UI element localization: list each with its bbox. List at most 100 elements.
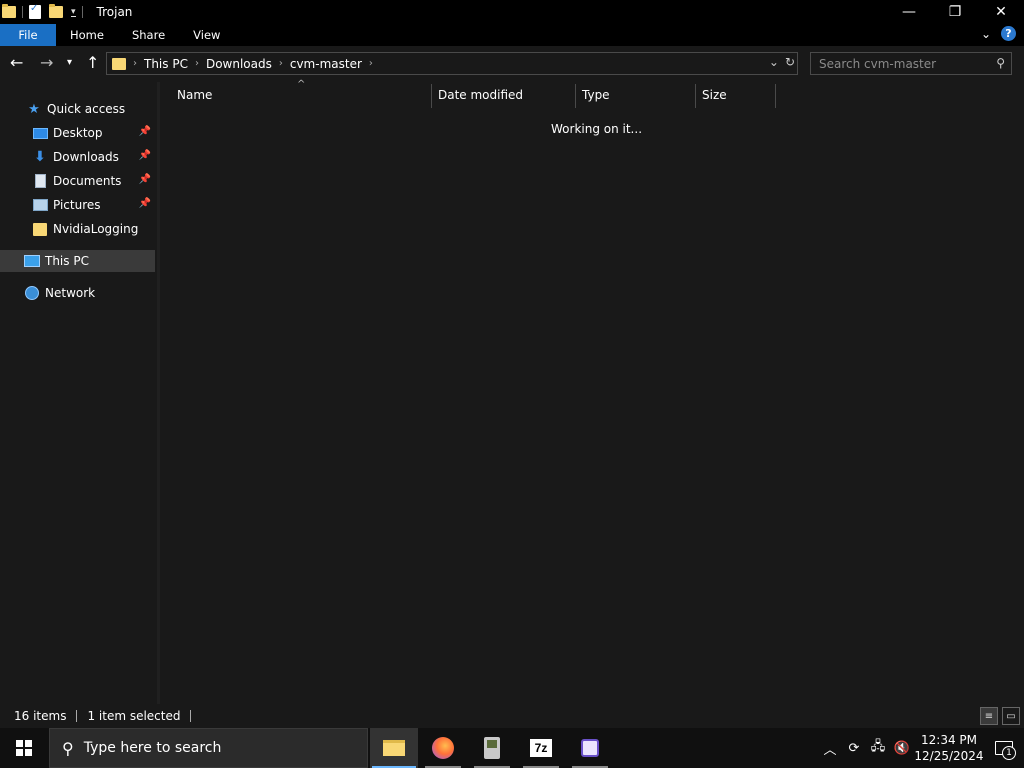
tab-share[interactable]: Share bbox=[118, 24, 179, 46]
window-title: Trojan bbox=[96, 5, 133, 19]
item-count: 16 items bbox=[14, 709, 67, 723]
column-header-type[interactable]: Type bbox=[582, 82, 692, 108]
forward-arrow-icon[interactable]: → bbox=[40, 54, 53, 72]
details-view-icon[interactable]: ≡ bbox=[980, 707, 998, 725]
tab-view[interactable]: View bbox=[179, 24, 234, 46]
nav-label: Network bbox=[45, 286, 96, 300]
star-icon: ★ bbox=[28, 101, 40, 117]
customize-toolbar-icon[interactable]: ▾ bbox=[71, 7, 76, 17]
quick-access-toolbar: ▾ bbox=[0, 0, 76, 24]
toolbar-divider bbox=[22, 6, 23, 18]
new-folder-icon[interactable] bbox=[49, 4, 63, 18]
nav-label: This PC bbox=[45, 254, 89, 268]
file-list[interactable]: ^ Name Date modified Type Size Working o… bbox=[160, 79, 1024, 704]
column-header-size[interactable]: Size bbox=[702, 82, 772, 108]
column-divider[interactable] bbox=[775, 84, 776, 108]
nav-item-nvidialogging[interactable]: NvidiaLogging bbox=[0, 218, 155, 240]
expand-ribbon-icon[interactable]: ⌄ bbox=[981, 27, 991, 41]
nav-label: Desktop bbox=[53, 126, 103, 140]
nav-item-desktop[interactable]: Desktop 📌 bbox=[0, 122, 155, 144]
selection-count: 1 item selected bbox=[87, 709, 181, 723]
downloads-icon: ⬇ bbox=[34, 149, 46, 165]
calculator-icon bbox=[581, 739, 599, 757]
nav-quick-access[interactable]: ★ Quick access bbox=[0, 98, 155, 120]
network-icon bbox=[25, 286, 39, 300]
network-status-icon[interactable]: 🖧 bbox=[866, 728, 890, 768]
up-arrow-icon[interactable]: ↑ bbox=[86, 54, 99, 72]
windows-logo-icon bbox=[16, 740, 32, 756]
column-header-date-modified[interactable]: Date modified bbox=[438, 82, 574, 108]
search-icon: ⚲ bbox=[62, 738, 74, 758]
nav-item-pictures[interactable]: Pictures 📌 bbox=[0, 194, 155, 216]
column-divider[interactable] bbox=[431, 84, 432, 108]
nav-item-downloads[interactable]: ⬇ Downloads 📌 bbox=[0, 146, 155, 168]
clock[interactable]: 12:34 PM 12/25/2024 bbox=[914, 732, 984, 764]
breadcrumb-downloads[interactable]: Downloads bbox=[202, 57, 276, 71]
pictures-icon bbox=[32, 199, 48, 211]
taskbar: ⚲ Type here to search 7z ︿ ⟳ 🖧 🔇 12:34 P… bbox=[0, 728, 1024, 768]
nav-network[interactable]: Network bbox=[0, 282, 155, 304]
taskbar-app-emulator[interactable] bbox=[468, 728, 516, 768]
tab-home[interactable]: Home bbox=[56, 24, 118, 46]
column-header-name[interactable]: Name bbox=[177, 82, 429, 108]
file-explorer-icon bbox=[383, 740, 405, 756]
folder-icon bbox=[112, 57, 126, 70]
gameboy-icon bbox=[484, 737, 500, 759]
search-box[interactable]: ⚲ bbox=[810, 52, 1012, 75]
taskbar-search-placeholder: Type here to search bbox=[83, 740, 222, 756]
taskbar-app-calculator[interactable] bbox=[566, 728, 614, 768]
status-bar: 16 items 1 item selected ≡ ▭ bbox=[0, 704, 1024, 728]
navigation-pane: ★ Quick access Desktop 📌 ⬇ Downloads 📌 D… bbox=[0, 82, 157, 704]
chevron-right-icon[interactable]: › bbox=[192, 58, 202, 69]
clock-time: 12:34 PM bbox=[921, 733, 977, 747]
help-icon[interactable]: ? bbox=[1001, 26, 1016, 41]
folder-icon[interactable] bbox=[2, 4, 16, 18]
loading-message: Working on it... bbox=[551, 122, 643, 136]
7zip-icon: 7z bbox=[530, 739, 552, 757]
chevron-right-icon[interactable]: › bbox=[366, 58, 376, 69]
nav-item-documents[interactable]: Documents 📌 bbox=[0, 170, 155, 192]
close-button[interactable]: ✕ bbox=[978, 0, 1024, 24]
minimize-button[interactable]: — bbox=[886, 0, 932, 24]
large-icons-view-icon[interactable]: ▭ bbox=[1002, 707, 1020, 725]
nav-label: Quick access bbox=[47, 102, 126, 116]
firefox-icon bbox=[432, 737, 454, 759]
notifications-button[interactable]: 1 bbox=[984, 728, 1024, 768]
address-bar-actions: ⌄ ↻ bbox=[769, 55, 795, 69]
ribbon-right-controls: ⌄ ? bbox=[981, 26, 1016, 41]
taskbar-search[interactable]: ⚲ Type here to search bbox=[49, 728, 368, 768]
chevron-down-icon[interactable]: ⌄ bbox=[769, 55, 779, 69]
back-arrow-icon[interactable]: ← bbox=[10, 54, 23, 72]
chevron-right-icon[interactable]: › bbox=[276, 58, 286, 69]
volume-muted-icon[interactable]: 🔇 bbox=[890, 728, 914, 768]
address-bar[interactable]: › This PC › Downloads › cvm-master › ⌄ ↻ bbox=[106, 52, 798, 75]
search-icon[interactable]: ⚲ bbox=[996, 56, 1005, 70]
pin-icon: 📌 bbox=[138, 198, 151, 209]
tab-file[interactable]: File bbox=[0, 24, 56, 46]
refresh-icon[interactable]: ↻ bbox=[785, 55, 795, 69]
chevron-up-icon[interactable]: ︿ bbox=[818, 728, 842, 768]
pin-icon: 📌 bbox=[138, 150, 151, 161]
taskbar-app-firefox[interactable] bbox=[419, 728, 467, 768]
column-divider[interactable] bbox=[695, 84, 696, 108]
window-controls: — ❐ ✕ bbox=[886, 0, 1024, 24]
recent-locations-icon[interactable]: ▾ bbox=[67, 54, 72, 72]
taskbar-app-file-explorer[interactable] bbox=[370, 728, 418, 768]
status-divider bbox=[76, 710, 78, 722]
taskbar-app-7zip[interactable]: 7z bbox=[517, 728, 565, 768]
search-input[interactable] bbox=[819, 56, 984, 71]
update-icon[interactable]: ⟳ bbox=[842, 728, 866, 768]
properties-icon[interactable] bbox=[29, 3, 41, 19]
column-divider[interactable] bbox=[575, 84, 576, 108]
nav-this-pc[interactable]: This PC bbox=[0, 250, 155, 272]
title-divider bbox=[81, 6, 83, 18]
clock-date: 12/25/2024 bbox=[914, 749, 984, 763]
desktop-icon bbox=[32, 127, 48, 139]
start-button[interactable] bbox=[0, 728, 48, 768]
computer-icon bbox=[24, 255, 40, 267]
breadcrumb-this-pc[interactable]: This PC bbox=[140, 57, 192, 71]
breadcrumb-cvm-master[interactable]: cvm-master bbox=[286, 57, 366, 71]
restore-button[interactable]: ❐ bbox=[932, 0, 978, 24]
chevron-right-icon[interactable]: › bbox=[130, 58, 140, 69]
nav-label: Pictures bbox=[53, 198, 101, 212]
